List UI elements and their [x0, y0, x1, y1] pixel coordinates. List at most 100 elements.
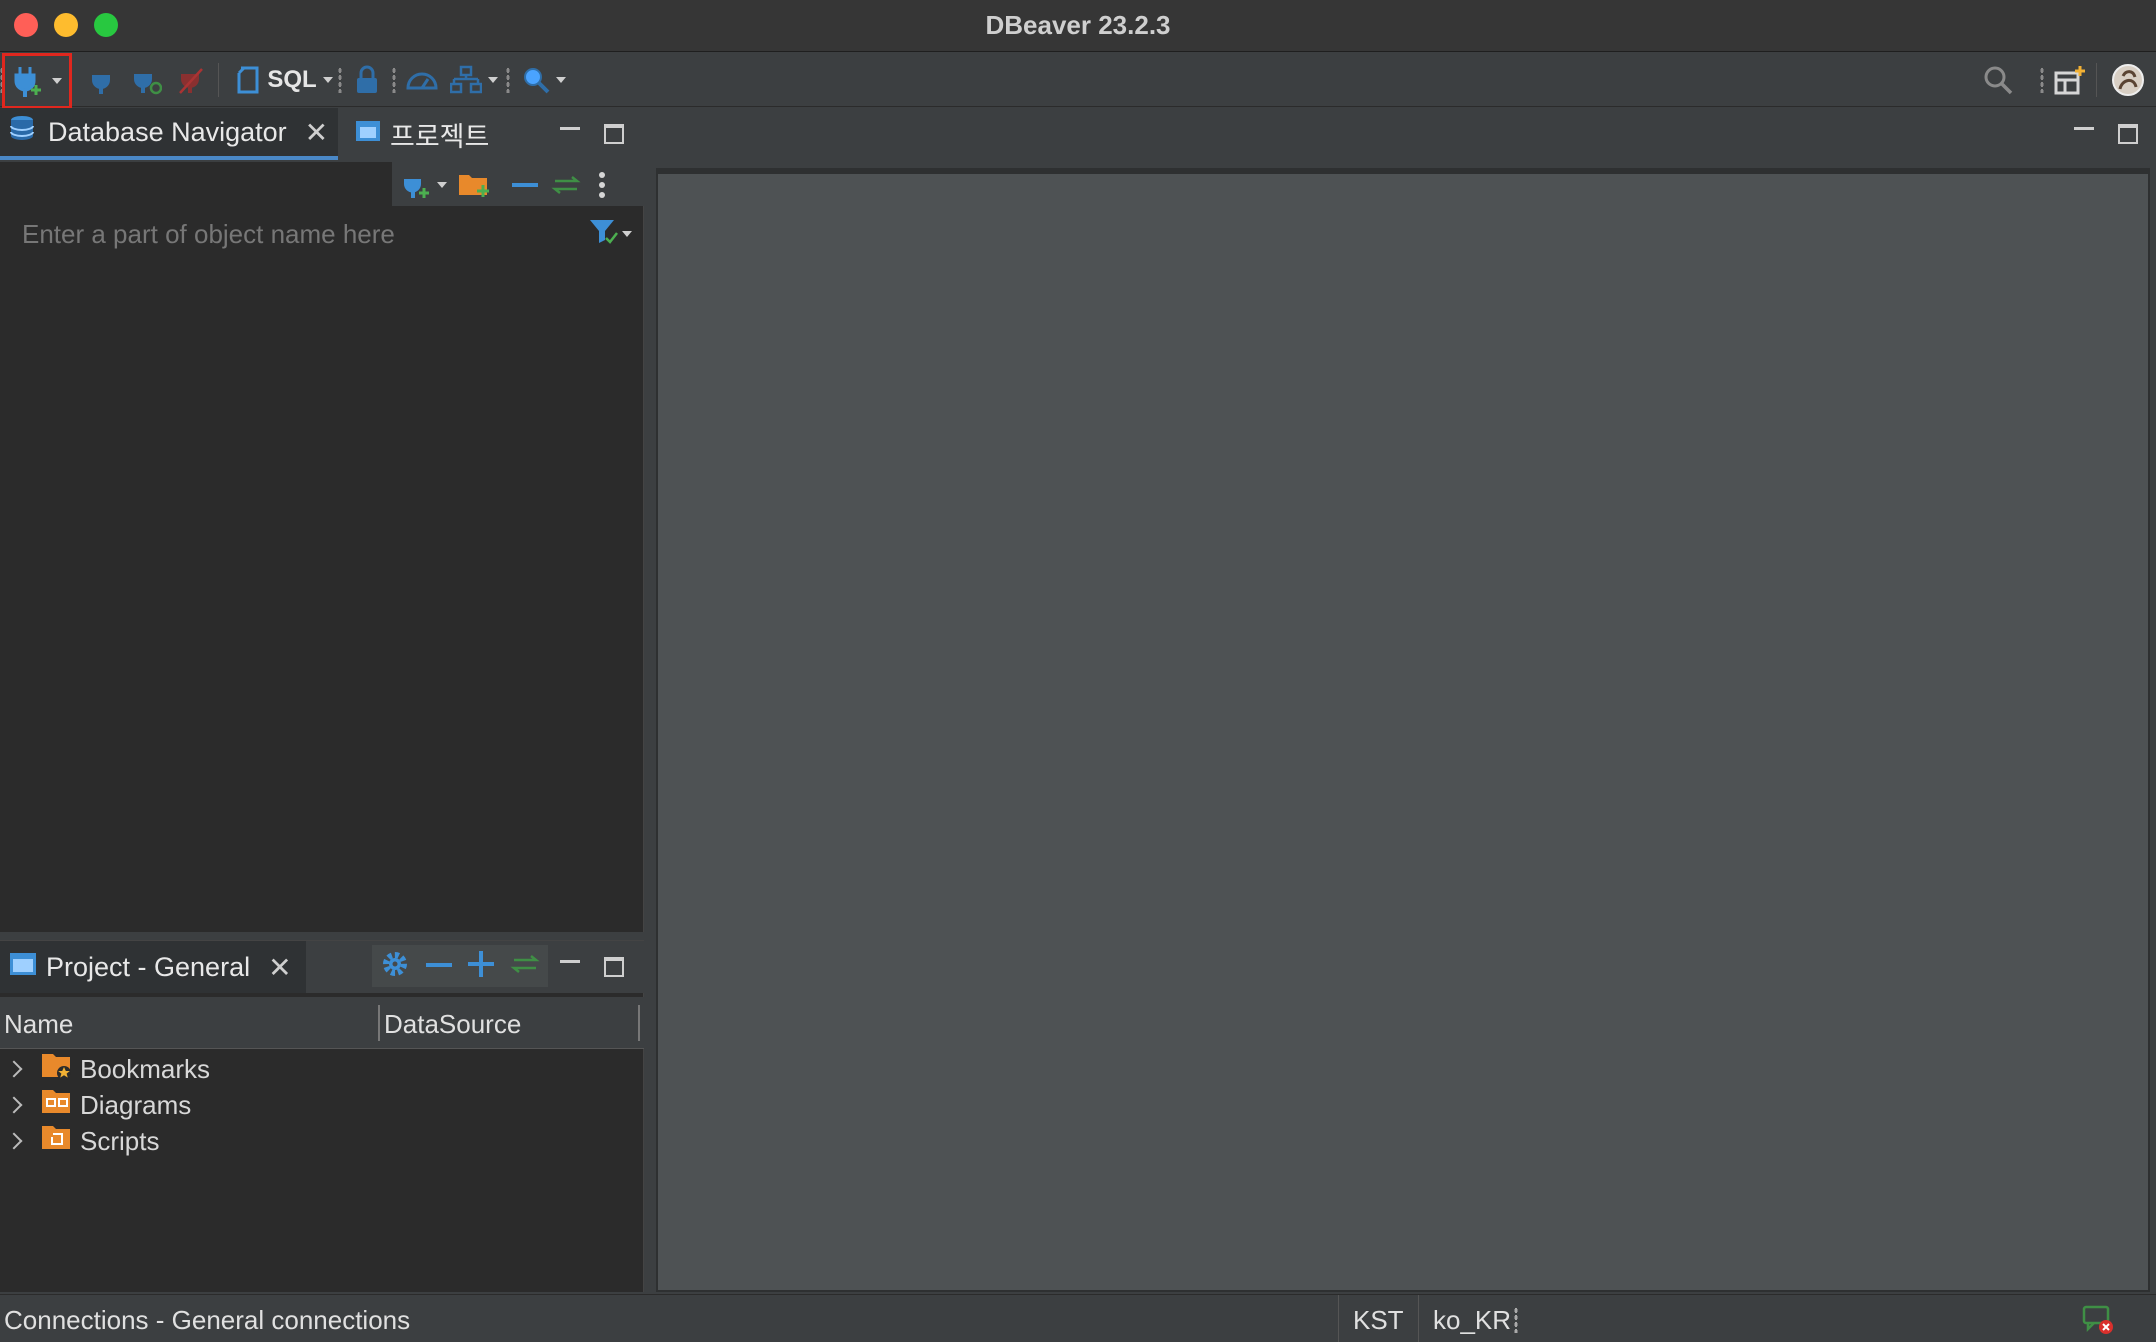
search-icon: [522, 66, 550, 94]
database-navigator-panel: Database Navigator ✕ 프로젝트: [0, 108, 644, 932]
tab-project[interactable]: 프로젝트: [346, 108, 506, 160]
new-connection-button[interactable]: [2, 53, 72, 109]
navigator-filter-input[interactable]: [0, 206, 580, 262]
collapse-all-icon[interactable]: [426, 957, 452, 975]
new-connection-icon: [12, 65, 46, 97]
avatar-icon: [2111, 63, 2145, 97]
tab-label: 프로젝트: [390, 121, 490, 152]
dashboard-icon: [405, 66, 439, 94]
view-menu-button[interactable]: [592, 166, 612, 204]
status-bar: Connections - General connections KST ko…: [0, 1294, 2156, 1342]
status-locale: ko_KR: [1418, 1295, 1525, 1342]
reconnect-button[interactable]: [130, 61, 164, 99]
connect-button[interactable]: [88, 61, 114, 99]
toolbar-grip[interactable]: [338, 67, 342, 93]
global-search-button[interactable]: [1976, 61, 2020, 99]
tab-label: Project - General: [46, 951, 251, 982]
project-icon: [8, 950, 38, 985]
toolbar-grip[interactable]: [506, 67, 510, 93]
diagrams-folder-icon: [40, 1087, 74, 1124]
statusbar-grip[interactable]: [1514, 1307, 1518, 1333]
chevron-down-icon: [52, 78, 62, 84]
project-actions: [372, 945, 548, 987]
tree-item-label: Diagrams: [80, 1089, 192, 1120]
minimize-panel-button[interactable]: [560, 120, 580, 130]
column-divider[interactable]: [638, 1005, 640, 1041]
tree-item-bookmarks[interactable]: Bookmarks: [0, 1051, 644, 1087]
toolbar-separator: [218, 63, 219, 97]
collapse-all-button[interactable]: [510, 166, 540, 204]
chevron-down-icon: [556, 77, 566, 83]
title-bar: DBeaver 23.2.3: [0, 0, 2156, 52]
close-icon[interactable]: ✕: [305, 116, 328, 149]
chevron-right-icon[interactable]: [5, 1132, 23, 1150]
sql-label: SQL: [267, 66, 317, 93]
dashboard-button[interactable]: [404, 61, 440, 99]
global-search-icon: [1982, 64, 2014, 96]
expand-all-icon[interactable]: [468, 950, 494, 982]
editor-area: [652, 108, 2156, 1292]
chevron-down-icon: [322, 77, 333, 83]
minimize-panel-button[interactable]: [560, 953, 580, 963]
perspective-icon: [2054, 65, 2086, 95]
reconnect-icon: [132, 65, 162, 95]
minimize-editor-button[interactable]: [2074, 120, 2094, 130]
disconnect-button[interactable]: [176, 61, 206, 99]
new-connection-button[interactable]: [398, 166, 450, 204]
link-icon[interactable]: [510, 954, 540, 979]
link-with-editor-button[interactable]: [550, 166, 582, 204]
filter-options-button[interactable]: [588, 216, 636, 252]
main-toolbar: SQL: [0, 53, 2156, 109]
toolbar-grip[interactable]: [2040, 67, 2044, 93]
tree-item-label: Scripts: [80, 1125, 160, 1156]
new-folder-button[interactable]: [454, 166, 494, 204]
column-divider[interactable]: [378, 1005, 380, 1041]
status-connections-text: Connections - General connections: [4, 1305, 411, 1335]
column-header-datasource[interactable]: DataSource: [384, 1009, 521, 1040]
project-table-header: Name DataSource: [0, 997, 644, 1049]
settings-gear-icon[interactable]: [380, 949, 410, 984]
maximize-editor-button[interactable]: [2118, 124, 2138, 144]
chevron-right-icon[interactable]: [5, 1060, 23, 1078]
database-icon: [8, 113, 40, 152]
editor-empty-area[interactable]: [656, 168, 2150, 1292]
open-perspective-button[interactable]: [2050, 61, 2090, 99]
schema-compare-icon: [450, 65, 482, 95]
more-vertical-icon: [598, 171, 606, 199]
editor-header: [652, 108, 2156, 162]
transaction-mode-button[interactable]: [352, 61, 382, 99]
project-general-panel: Project - General ✕ Name DataSource Book…: [0, 940, 644, 1292]
maximize-panel-button[interactable]: [604, 124, 624, 144]
filter-icon: [588, 218, 620, 251]
project-tree: Bookmarks Diagrams Scripts: [0, 1051, 644, 1159]
status-timezone: KST: [1338, 1295, 1418, 1342]
tree-item-diagrams[interactable]: Diagrams: [0, 1087, 644, 1123]
schema-compare-button[interactable]: [448, 61, 500, 99]
tab-project-general[interactable]: Project - General ✕: [0, 941, 306, 993]
tab-database-navigator[interactable]: Database Navigator ✕: [0, 108, 338, 160]
project-icon: [354, 117, 382, 152]
toolbar-grip[interactable]: [392, 67, 396, 93]
sql-editor-icon: [235, 65, 261, 95]
navigator-filter-row: [0, 206, 644, 262]
navigator-tabbar: Database Navigator ✕ 프로젝트: [0, 108, 644, 162]
connect-icon: [90, 66, 112, 94]
new-connection-icon: [401, 170, 431, 200]
search-button[interactable]: [518, 61, 570, 99]
new-folder-icon: [457, 171, 491, 199]
collapse-all-icon: [512, 180, 538, 190]
tab-label: Database Navigator: [48, 116, 287, 147]
navigator-toolbar: [392, 162, 644, 206]
disconnect-icon: [178, 65, 204, 95]
tree-item-scripts[interactable]: Scripts: [0, 1123, 644, 1159]
notifications-icon[interactable]: [2082, 1303, 2116, 1342]
close-icon[interactable]: ✕: [268, 951, 291, 984]
maximize-panel-button[interactable]: [604, 957, 624, 977]
chevron-down-icon: [437, 182, 447, 188]
link-icon: [551, 175, 581, 195]
transaction-lock-icon: [355, 65, 379, 95]
column-header-name[interactable]: Name: [4, 1009, 73, 1040]
user-avatar-button[interactable]: [2108, 61, 2148, 99]
sql-editor-button[interactable]: SQL: [230, 61, 338, 99]
chevron-right-icon[interactable]: [5, 1096, 23, 1114]
